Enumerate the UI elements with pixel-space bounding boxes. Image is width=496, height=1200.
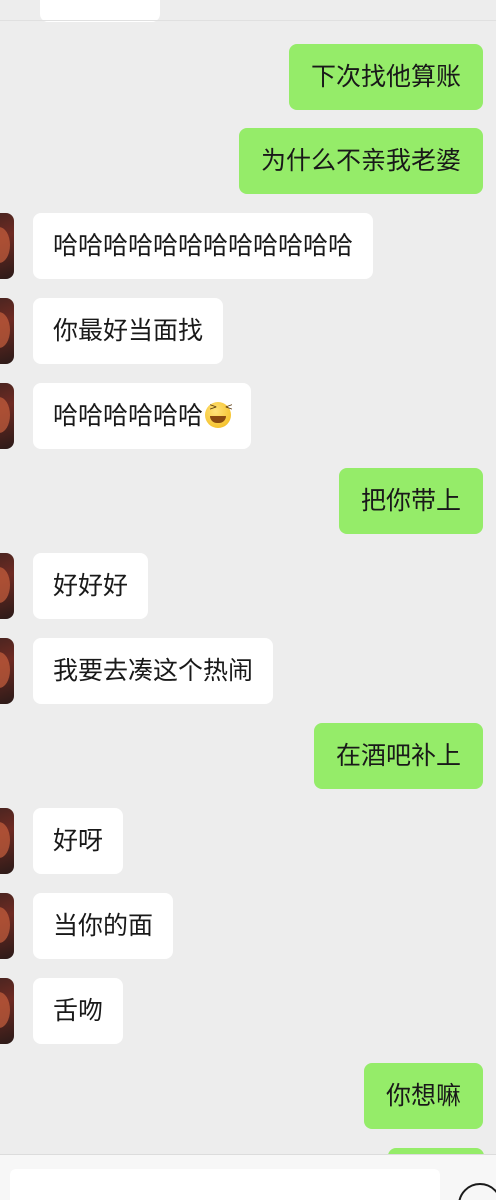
message-input[interactable] [10,1169,440,1200]
message-bubble-outgoing[interactable]: 你想嘛 [363,1063,483,1129]
message-bubble-outgoing[interactable]: 在酒吧补上 [313,723,483,789]
message-row-outgoing: 为什么不亲我老婆 [0,128,496,194]
message-bubble-incoming[interactable]: 哈哈哈哈哈哈 [33,383,252,449]
contact-avatar[interactable] [0,808,14,874]
message-bubble-incoming[interactable]: 当你的面 [33,893,174,959]
message-row-incoming: 哈哈哈哈哈哈 [0,383,496,449]
message-row-incoming: 好好好 [0,553,496,619]
message-text: 哈哈哈哈哈哈哈哈哈哈哈哈 [53,231,354,260]
message-text: 舌吻 [53,996,104,1025]
message-bubble-incoming[interactable]: 你最好当面找 [33,298,224,364]
laughing-squint-emoji-icon [205,402,235,428]
contact-avatar[interactable] [0,383,14,449]
message-bubble-incoming[interactable]: 好好好 [33,553,149,619]
message-row-outgoing: 把你带上 [0,468,496,534]
message-text: 在酒吧补上 [335,741,461,770]
chat-area[interactable]: 下次找他算账 为什么不亲我老婆 哈哈哈哈哈哈哈哈哈哈哈哈 你最好当面找 哈哈哈哈… [0,0,496,1200]
message-row-incoming: 我要去凑这个热闹 [0,638,496,704]
message-row-outgoing: 你想嘛 [0,1063,496,1129]
message-text: 为什么不亲我老婆 [260,146,461,175]
message-row-outgoing: 下次找他算账 [0,44,496,110]
contact-avatar[interactable] [0,638,14,704]
message-row-outgoing: 在酒吧补上 [0,723,496,789]
message-text: 下次找他算账 [310,62,461,91]
contact-avatar[interactable] [0,978,14,1044]
message-row-incoming: 好呀 [0,808,496,874]
message-bubble-outgoing[interactable]: 把你带上 [338,468,483,534]
message-bubble-incoming[interactable]: 我要去凑这个热闹 [33,638,274,704]
message-bubble-incoming[interactable]: 舌吻 [33,978,124,1044]
previous-message-bubble[interactable] [40,0,160,22]
message-text: 我要去凑这个热闹 [53,656,254,685]
input-bar [0,1154,496,1200]
message-bubble-outgoing[interactable]: 为什么不亲我老婆 [238,128,483,194]
message-text: 当你的面 [53,911,154,940]
message-text: 你最好当面找 [53,316,204,345]
message-bubble-outgoing[interactable]: 下次找他算账 [288,44,483,110]
message-text: 好好好 [53,571,129,600]
voice-icon[interactable] [458,1183,496,1200]
contact-avatar[interactable] [0,893,14,959]
message-text: 好呀 [53,826,104,855]
message-bubble-incoming[interactable]: 好呀 [33,808,124,874]
message-row-incoming: 舌吻 [0,978,496,1044]
message-bubble-incoming[interactable]: 哈哈哈哈哈哈哈哈哈哈哈哈 [33,213,374,279]
contact-avatar[interactable] [0,213,14,279]
message-row-incoming: 当你的面 [0,893,496,959]
message-text: 你想嘛 [385,1081,461,1110]
message-text: 哈哈哈哈哈哈 [53,401,204,430]
message-text: 把你带上 [360,486,461,515]
contact-avatar[interactable] [0,553,14,619]
message-row-incoming: 哈哈哈哈哈哈哈哈哈哈哈哈 [0,213,496,279]
contact-avatar[interactable] [0,298,14,364]
message-row-incoming: 你最好当面找 [0,298,496,364]
divider [0,20,496,21]
